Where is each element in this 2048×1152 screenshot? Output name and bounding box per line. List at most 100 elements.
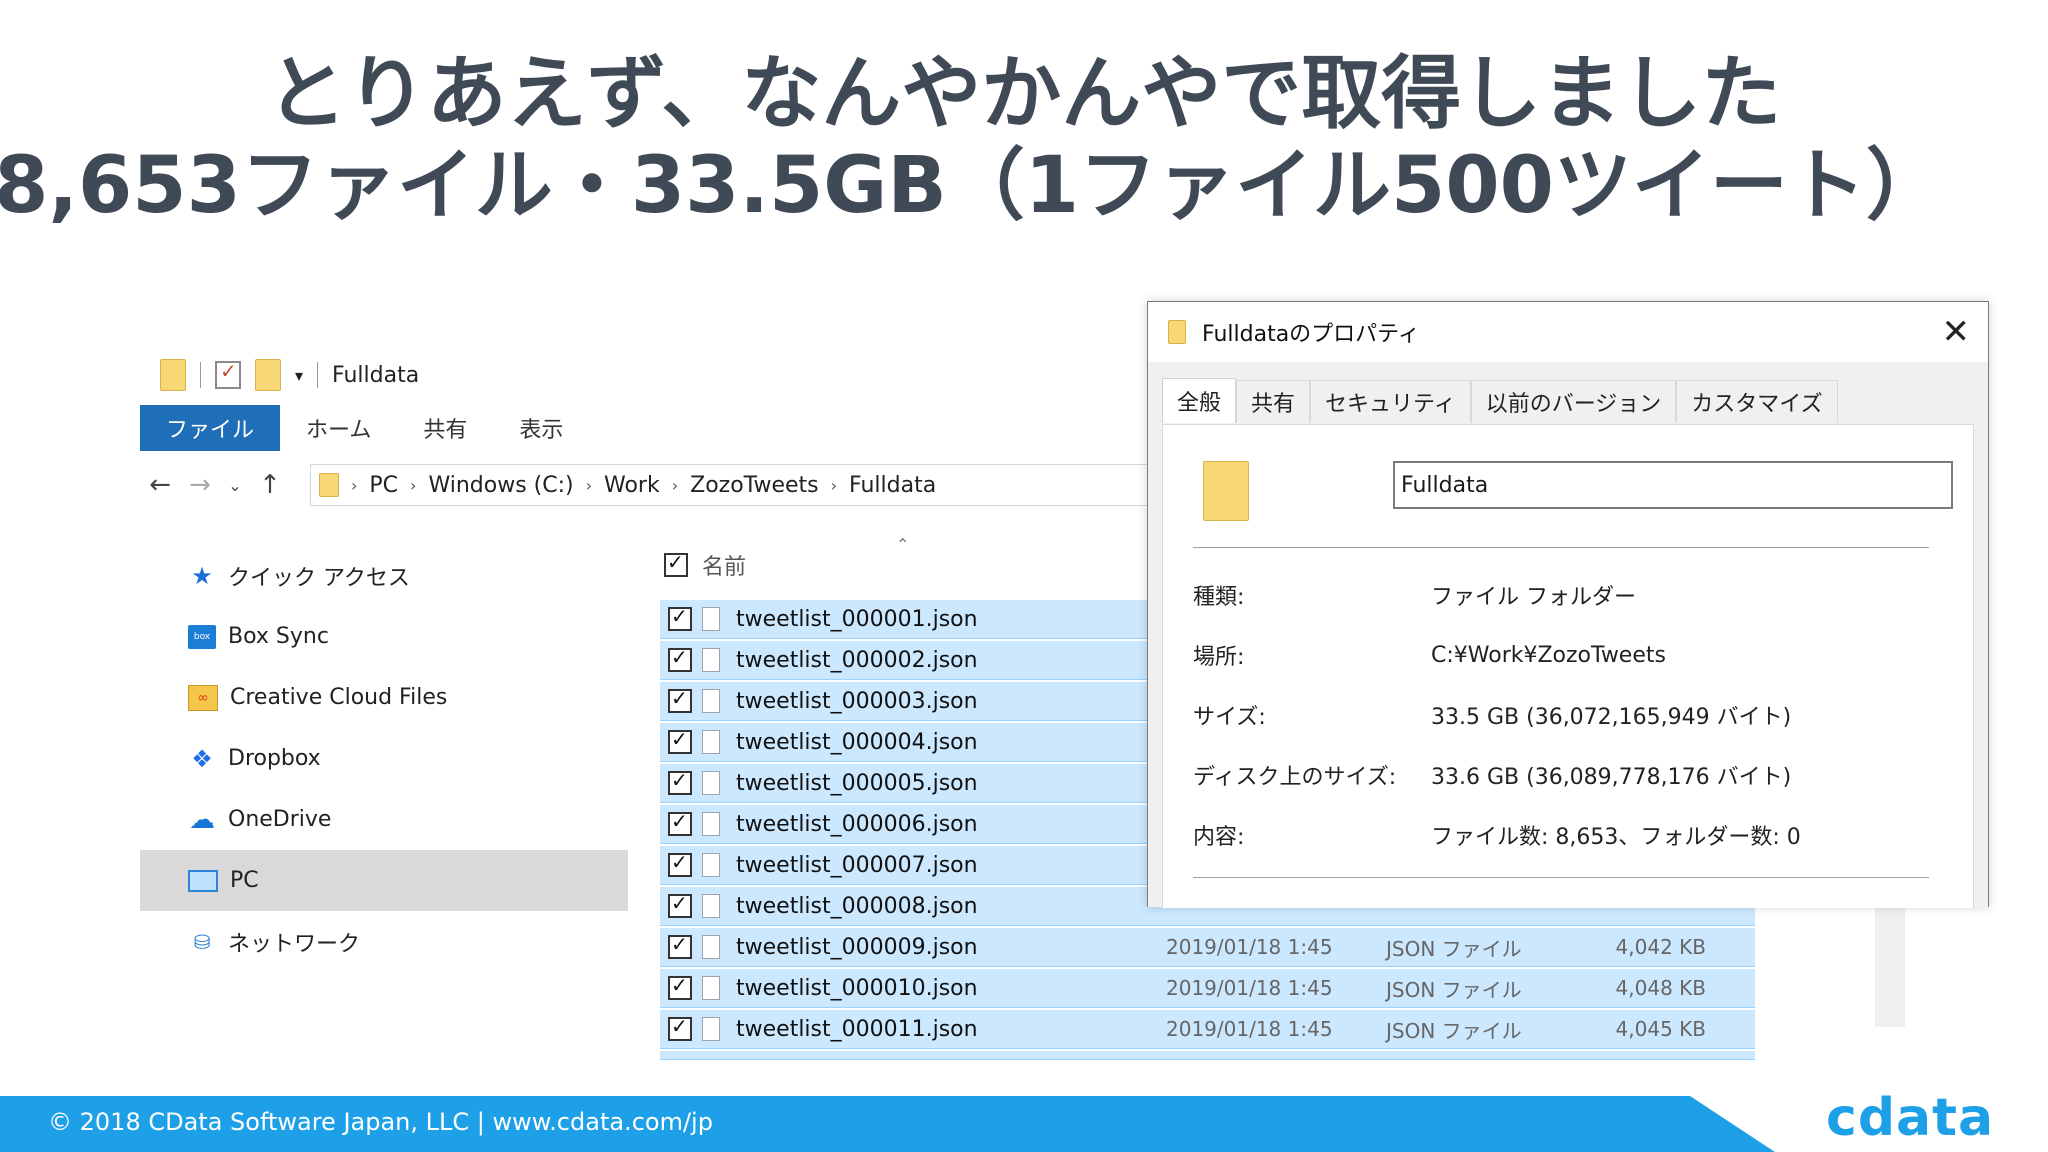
sidebar-item-creative-cloud[interactable]: ∞ Creative Cloud Files	[140, 667, 628, 728]
table-row-partial[interactable]	[660, 1051, 1755, 1060]
file-name: tweetlist_000010.json	[736, 975, 978, 1001]
sidebar-item-box-sync[interactable]: box Box Sync	[140, 606, 628, 667]
sidebar-item-onedrive[interactable]: ☁ OneDrive	[140, 789, 628, 850]
sidebar-item-label: ネットワーク	[228, 931, 361, 957]
file-icon	[702, 771, 720, 795]
table-row[interactable]: tweetlist_000010.json 2019/01/18 1:45 JSON…	[660, 969, 1755, 1008]
file-icon	[702, 730, 720, 754]
chevron-right-icon: ›	[830, 475, 838, 495]
file-icon	[702, 976, 720, 1000]
file-name: tweetlist_000011.json	[736, 1016, 978, 1042]
new-folder-icon[interactable]	[255, 359, 281, 391]
property-location: 場所: C:¥Work¥ZozoTweets	[1193, 635, 1953, 675]
tab-previous-versions[interactable]: 以前のバージョン	[1470, 380, 1677, 423]
dialog-tabs: 全般 共有 セキュリティ 以前のバージョン カスタマイズ	[1162, 378, 1838, 423]
creative-cloud-icon: ∞	[188, 684, 218, 711]
row-checkbox[interactable]	[668, 809, 692, 836]
row-checkbox[interactable]	[668, 686, 692, 713]
up-arrow-icon[interactable]: ↑	[250, 470, 290, 500]
file-name: tweetlist_000005.json	[736, 770, 978, 796]
sidebar-item-network[interactable]: ⛁ ネットワーク	[140, 911, 628, 972]
file-name: tweetlist_000007.json	[736, 852, 978, 878]
property-label: 種類:	[1193, 585, 1245, 610]
property-size: サイズ: 33.5 GB (36,072,165,949 バイト)	[1193, 695, 1953, 735]
property-label: ディスク上のサイズ:	[1193, 765, 1397, 790]
tab-customize[interactable]: カスタマイズ	[1676, 380, 1838, 423]
window-title: Fulldata	[332, 362, 420, 388]
cloud-icon: ☁	[189, 804, 215, 835]
slide-footer: © 2018 CData Software Japan, LLC | www.c…	[0, 1096, 2048, 1152]
file-size: 4,048 KB	[1615, 976, 1706, 1000]
row-checkbox[interactable]	[668, 645, 692, 672]
property-label: 内容:	[1193, 825, 1245, 850]
customize-toolbar-icon[interactable]: ▾	[295, 366, 303, 385]
forward-arrow-icon[interactable]: →	[180, 470, 220, 500]
table-row[interactable]: tweetlist_000009.json 2019/01/18 1:45 JSON…	[660, 928, 1755, 967]
back-arrow-icon[interactable]: ←	[140, 470, 180, 500]
breadcrumb-zozotweets[interactable]: ZozoTweets	[690, 473, 819, 498]
property-value: C:¥Work¥ZozoTweets	[1431, 642, 1666, 668]
column-header-label: 名前	[702, 555, 747, 580]
toolbar-divider	[200, 362, 201, 388]
tab-file[interactable]: ファイル	[140, 405, 281, 451]
row-checkbox[interactable]	[668, 1014, 692, 1041]
tab-share[interactable]: 共有	[397, 405, 493, 451]
row-checkbox[interactable]	[668, 850, 692, 877]
tab-home[interactable]: ホーム	[280, 405, 397, 451]
sidebar-item-label: Dropbox	[228, 746, 321, 771]
quick-access-toolbar: ▾ Fulldata	[160, 357, 419, 393]
file-icon	[702, 853, 720, 877]
property-size-on-disk: ディスク上のサイズ: 33.6 GB (36,089,778,176 バイト)	[1193, 755, 1953, 795]
folder-name-field[interactable]: Fulldata	[1393, 461, 1953, 509]
sidebar-item-pc[interactable]: PC	[140, 850, 628, 911]
sidebar-item-dropbox[interactable]: ❖ Dropbox	[140, 728, 628, 789]
recent-locations-chevron-icon[interactable]: ⌄	[220, 476, 250, 495]
cdata-logo: cdata	[1826, 1088, 1995, 1148]
file-icon	[702, 894, 720, 918]
star-pin-icon: ★	[191, 561, 213, 590]
scrollbar[interactable]	[1875, 905, 1905, 1027]
slide-title: とりあえず、なんやかんやで取得しました 8,653ファイル・33.5GB（1ファ…	[0, 48, 2048, 232]
tab-general[interactable]: 全般	[1162, 378, 1237, 423]
table-row[interactable]: tweetlist_000011.json 2019/01/18 1:45 JSON…	[660, 1010, 1755, 1049]
property-label: 場所:	[1193, 645, 1245, 670]
file-name: tweetlist_000001.json	[736, 606, 978, 632]
breadcrumb-work[interactable]: Work	[604, 473, 660, 498]
sidebar-item-label: PC	[230, 868, 259, 893]
close-icon[interactable]: ✕	[1942, 312, 1971, 352]
file-icon	[702, 1017, 720, 1041]
tab-security[interactable]: セキュリティ	[1310, 380, 1471, 423]
dialog-title: Fulldataのプロパティ	[1202, 322, 1420, 347]
folder-icon[interactable]	[160, 359, 186, 391]
select-all-checkbox[interactable]	[664, 550, 688, 577]
row-checkbox[interactable]	[668, 932, 692, 959]
chevron-right-icon: ›	[410, 475, 417, 495]
properties-icon[interactable]	[215, 359, 241, 389]
file-size: 4,042 KB	[1615, 935, 1706, 959]
tab-sharing[interactable]: 共有	[1236, 380, 1311, 423]
navigation-pane: ★ クイック アクセス box Box Sync ∞ Creative Clou…	[140, 545, 628, 972]
property-contents: 内容: ファイル数: 8,653、フォルダー数: 0	[1193, 815, 1953, 855]
row-checkbox[interactable]	[668, 891, 692, 918]
row-checkbox[interactable]	[668, 604, 692, 631]
row-checkbox[interactable]	[668, 973, 692, 1000]
property-value: 33.5 GB (36,072,165,949 バイト)	[1431, 705, 1792, 730]
file-date: 2019/01/18 1:45	[1166, 1017, 1333, 1041]
dialog-body: 全般 共有 セキュリティ 以前のバージョン カスタマイズ Fulldata 種類…	[1148, 362, 1988, 908]
title-line-2: 8,653ファイル・33.5GB（1ファイル500ツイート）	[0, 141, 1944, 231]
sidebar-item-label: クイック アクセス	[228, 565, 410, 591]
property-label: サイズ:	[1193, 705, 1266, 730]
breadcrumb-fulldata[interactable]: Fulldata	[849, 473, 936, 498]
file-icon	[702, 935, 720, 959]
divider	[1193, 547, 1929, 548]
row-checkbox[interactable]	[668, 768, 692, 795]
breadcrumb-drive[interactable]: Windows (C:)	[428, 473, 573, 498]
breadcrumb-pc[interactable]: PC	[369, 473, 398, 498]
file-type: JSON ファイル	[1386, 936, 1522, 961]
file-name: tweetlist_000002.json	[736, 647, 978, 673]
tab-view[interactable]: 表示	[493, 405, 589, 451]
dialog-titlebar: Fulldataのプロパティ ✕	[1148, 302, 1988, 362]
row-checkbox[interactable]	[668, 727, 692, 754]
file-date: 2019/01/18 1:45	[1166, 935, 1333, 959]
sidebar-item-quick-access[interactable]: ★ クイック アクセス	[140, 545, 628, 606]
